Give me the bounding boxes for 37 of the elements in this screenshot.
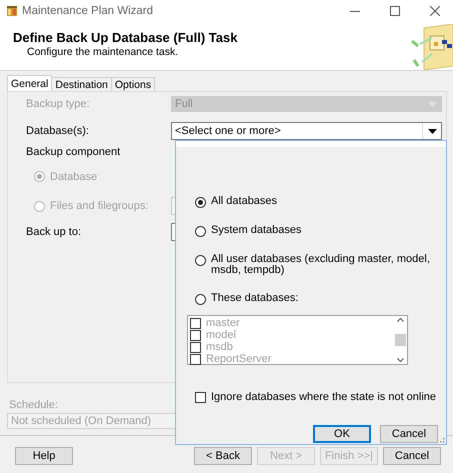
radio-button[interactable] [195, 226, 206, 237]
page-subtitle: Configure the maintenance task. [26, 46, 180, 58]
dialog-button[interactable]: Cancel [380, 425, 438, 443]
dropdown-arrow-icon [428, 128, 436, 134]
radio-button[interactable] [195, 197, 206, 208]
tab[interactable]: General [7, 75, 52, 91]
database-name: model [206, 329, 236, 341]
database-name: msdb [206, 341, 233, 353]
window-title: Maintenance Plan Wizard [22, 5, 154, 17]
app-icon [6, 5, 18, 17]
tab[interactable]: Options [110, 77, 156, 91]
wizard-button[interactable]: < Back [194, 447, 252, 465]
radio-label: All databases [211, 196, 278, 207]
field-label: Schedule: [9, 399, 59, 411]
wizard-button[interactable]: Help [15, 447, 73, 465]
radio-label: Database [50, 170, 98, 182]
databases-dropdown[interactable]: <Select one or more> [171, 122, 442, 140]
checkbox-label: Ignore databases where the state is not online [211, 391, 436, 403]
page-title: Define Back Up Database (Full) Task [13, 30, 238, 45]
radio-label: These databases: [211, 293, 300, 304]
tab[interactable]: Destination [51, 77, 112, 91]
checkbox[interactable] [195, 392, 206, 402]
radio-button[interactable] [195, 255, 206, 266]
radio-button[interactable] [195, 294, 206, 305]
field-label: Back up to: [26, 226, 82, 238]
section-label: Backup component [26, 146, 120, 158]
radio-label: System databases [211, 225, 302, 236]
wizard-drawing [410, 24, 453, 70]
resize-grip-icon[interactable] [437, 435, 445, 443]
radio-label: All user databases (excluding master, model, msdb, tempdb) [211, 254, 431, 276]
database-name: master [206, 317, 240, 329]
database-name: ReportServer [206, 353, 272, 365]
field-label: Backup type: [26, 98, 91, 110]
dialog-button[interactable]: OK [313, 425, 371, 443]
field-label: Database(s): [26, 125, 90, 137]
radio-label: Files and filegroups: [50, 200, 148, 212]
wizard-button[interactable]: Cancel [383, 447, 441, 465]
